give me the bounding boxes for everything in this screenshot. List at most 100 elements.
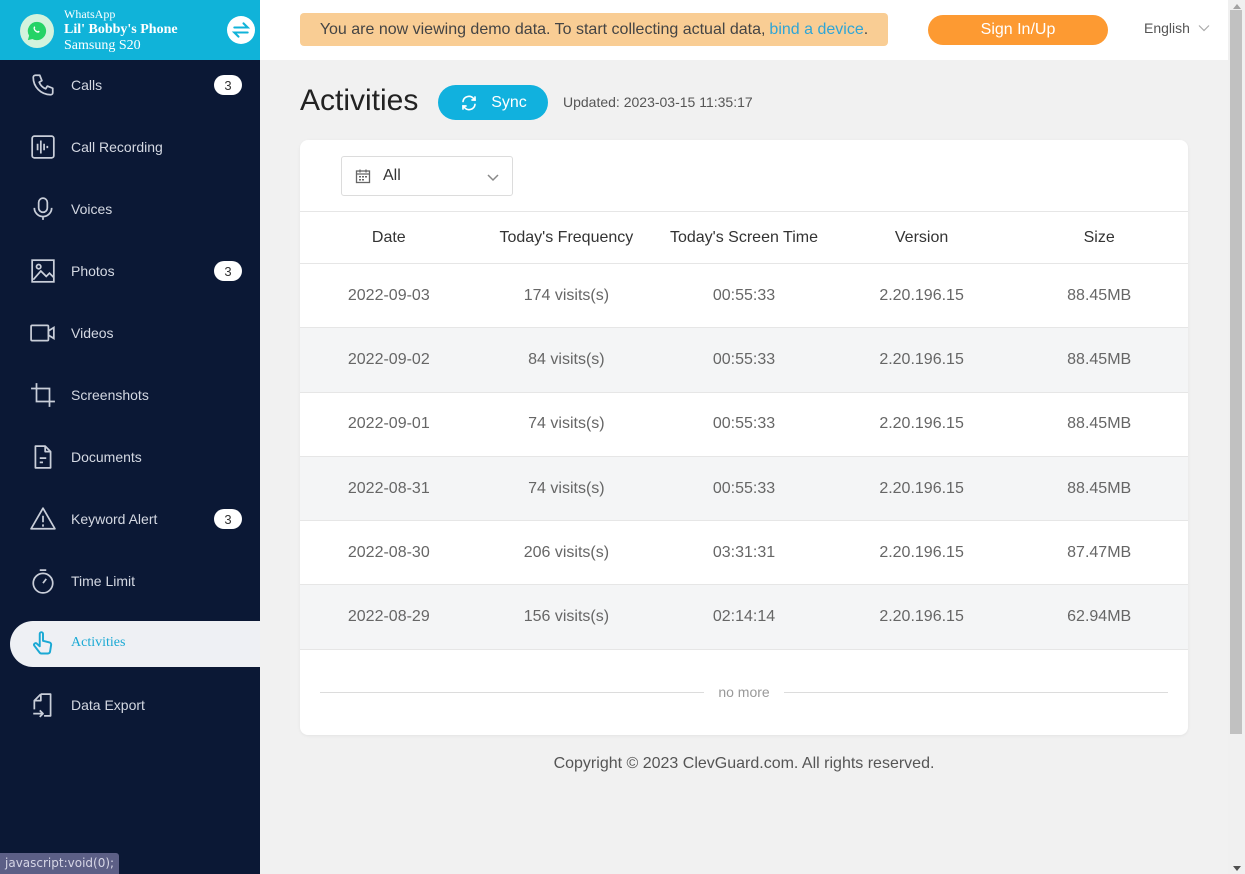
sidebar-item-documents[interactable]: Documents <box>0 426 260 488</box>
sidebar-item-call-recording[interactable]: Call Recording <box>0 116 260 178</box>
sidebar-item-label: Data Export <box>71 697 145 713</box>
table-row: 2022-09-03 174 visits(s) 00:55:33 2.20.1… <box>300 264 1188 328</box>
cell-frequency: 74 visits(s) <box>528 479 605 497</box>
table-row: 2022-09-01 74 visits(s) 00:55:33 2.20.19… <box>300 392 1188 457</box>
cell-screen-time: 00:55:33 <box>712 479 776 497</box>
filter-value: All <box>383 167 401 184</box>
photo-icon <box>30 258 56 284</box>
sidebar-item-screenshots[interactable]: Screenshots <box>0 364 260 426</box>
bind-device-link[interactable]: bind a device <box>769 21 863 39</box>
cell-screen-time: 00:55:33 <box>712 415 776 433</box>
sidebar-item-time-limit[interactable]: Time Limit <box>0 550 260 612</box>
sidebar-item-label: Documents <box>71 449 142 465</box>
sidebar-item-label: Photos <box>71 263 115 279</box>
scroll-down-arrow[interactable] <box>1228 862 1245 874</box>
sidebar-item-keyword-alert[interactable]: Keyword Alert 3 <box>0 488 260 550</box>
switch-icon <box>231 22 251 38</box>
device-info: WhatsApp Lil' Bobby's Phone Samsung S20 <box>64 6 178 54</box>
sidebar-item-voices[interactable]: Voices <box>0 178 260 240</box>
status-bar-tooltip: javascript:void(0); <box>0 853 120 874</box>
cell-frequency: 174 visits(s) <box>523 286 610 304</box>
column-header-version: Version <box>894 228 949 246</box>
language-selector[interactable]: English <box>1144 20 1210 36</box>
phone-icon <box>30 72 56 98</box>
date-filter-select[interactable]: All <box>341 156 513 196</box>
activities-card: All Date Today's Frequency Today's Scree… <box>300 140 1188 735</box>
cell-screen-time: 00:55:33 <box>712 350 776 368</box>
crop-icon <box>30 382 56 408</box>
sidebar-item-calls[interactable]: Calls 3 <box>0 54 260 116</box>
cell-version: 2.20.196.15 <box>879 415 964 433</box>
cell-version: 2.20.196.15 <box>879 479 964 497</box>
column-header-date: Date <box>371 228 406 246</box>
hand-pointer-icon <box>30 630 56 656</box>
column-header-screen-time: Today's Screen Time <box>669 228 818 246</box>
page-scrollbar[interactable] <box>1228 0 1245 874</box>
cell-frequency: 84 visits(s) <box>528 350 605 368</box>
count-badge: 3 <box>214 509 242 529</box>
cell-size: 88.45MB <box>1067 479 1132 497</box>
device-model: Samsung S20 <box>64 38 141 53</box>
cell-size: 88.45MB <box>1067 350 1132 368</box>
column-header-size: Size <box>1083 228 1115 246</box>
cell-frequency: 74 visits(s) <box>528 415 605 433</box>
cell-size: 62.94MB <box>1067 608 1132 626</box>
cell-version: 2.20.196.15 <box>879 543 964 561</box>
table-row: 2022-08-30 206 visits(s) 03:31:31 2.20.1… <box>300 521 1188 585</box>
count-badge: 3 <box>214 75 242 95</box>
cell-size: 87.47MB <box>1067 543 1132 561</box>
cell-version: 2.20.196.15 <box>879 350 964 368</box>
cell-screen-time: 00:55:33 <box>712 286 776 304</box>
sidebar-item-label: Time Limit <box>71 573 136 589</box>
sync-icon <box>462 95 477 110</box>
whatsapp-icon <box>20 14 54 48</box>
sync-button[interactable]: Sync <box>438 85 548 120</box>
sign-in-button[interactable]: Sign In/Up <box>928 15 1108 45</box>
microphone-icon <box>30 196 56 222</box>
top-bar: You are now viewing demo data. To start … <box>260 0 1228 60</box>
cell-date: 2022-09-03 <box>347 286 430 304</box>
count-badge: 3 <box>214 261 242 281</box>
banner-text: You are now viewing demo data. To start … <box>319 20 766 38</box>
stopwatch-icon <box>30 568 56 594</box>
chevron-down-icon <box>487 174 499 182</box>
cell-version: 2.20.196.15 <box>879 286 964 304</box>
end-of-list-divider: no more <box>320 680 1169 704</box>
sidebar-item-label: Call Recording <box>71 139 163 155</box>
device-app: WhatsApp <box>64 7 116 21</box>
page-title: Activities <box>300 84 419 117</box>
copyright: Copyright © 2023 ClevGuard.com. All righ… <box>553 755 935 772</box>
sidebar-item-label: Voices <box>71 201 113 217</box>
scroll-thumb[interactable] <box>1230 10 1242 734</box>
cell-date: 2022-08-31 <box>347 479 430 497</box>
sync-label: Sync <box>491 93 527 111</box>
sidebar-nav: Calls 3 Call Recording Voices Photos 3 V… <box>0 40 260 736</box>
banner-suffix: . <box>863 20 869 38</box>
divider-line <box>320 691 705 693</box>
language-label: English <box>1144 20 1190 36</box>
sidebar-item-activities[interactable]: Activities <box>0 612 260 674</box>
video-camera-icon <box>30 320 56 346</box>
activities-table: Date Today's Frequency Today's Screen Ti… <box>300 211 1188 650</box>
cell-size: 88.45MB <box>1067 286 1132 304</box>
demo-data-banner: You are now viewing demo data. To start … <box>300 13 888 46</box>
sidebar-item-videos[interactable]: Videos <box>0 302 260 364</box>
cell-frequency: 206 visits(s) <box>523 543 610 561</box>
sidebar-item-photos[interactable]: Photos 3 <box>0 240 260 302</box>
cell-date: 2022-08-30 <box>347 543 430 561</box>
device-header: WhatsApp Lil' Bobby's Phone Samsung S20 <box>0 0 260 60</box>
sidebar-item-data-export[interactable]: Data Export <box>0 674 260 736</box>
no-more-text: no more <box>718 684 770 700</box>
export-icon <box>30 692 56 718</box>
cell-frequency: 156 visits(s) <box>523 608 610 626</box>
sidebar-item-label: Activities <box>71 635 126 650</box>
switch-device-button[interactable] <box>227 16 255 44</box>
cell-date: 2022-08-29 <box>347 608 430 626</box>
cell-screen-time: 02:14:14 <box>712 608 776 626</box>
chevron-down-icon <box>1198 25 1210 32</box>
sidebar-item-label: Calls <box>71 77 103 93</box>
table-header-row: Date Today's Frequency Today's Screen Ti… <box>300 211 1188 264</box>
table-row: 2022-08-29 156 visits(s) 02:14:14 2.20.1… <box>300 584 1188 650</box>
table-row: 2022-09-02 84 visits(s) 00:55:33 2.20.19… <box>300 327 1188 393</box>
cell-date: 2022-09-02 <box>347 350 430 368</box>
